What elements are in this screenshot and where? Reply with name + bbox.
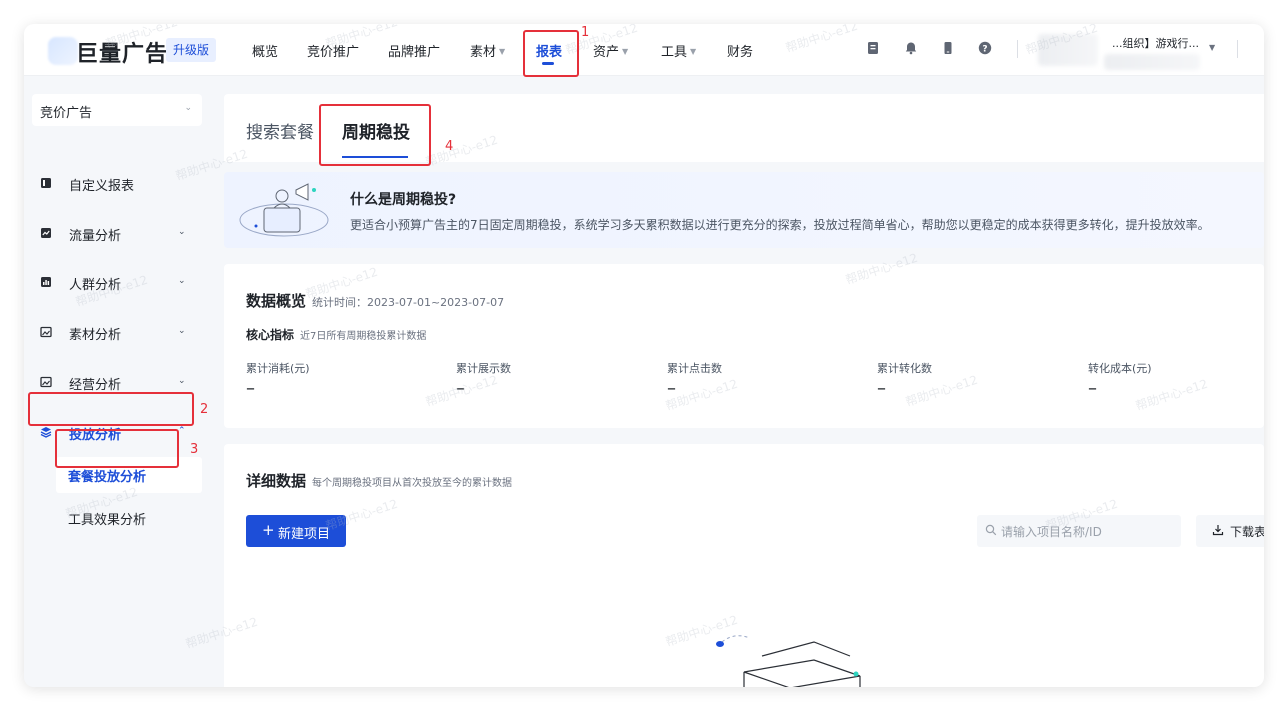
sidebar-item-label: 流量分析 (69, 229, 122, 244)
chevron-down-icon: ⌄ (184, 103, 192, 113)
metric-value-cost: – (246, 378, 255, 399)
project-search-input[interactable]: 请输入项目名称/ID (977, 515, 1181, 547)
nav-tools[interactable]: 工具 ▼ (661, 41, 696, 60)
chevron-down-icon: ⌄ (178, 376, 186, 386)
nav-material[interactable]: 素材 ▼ (470, 41, 505, 60)
empty-state-illustration-icon (716, 635, 861, 687)
search-placeholder: 请输入项目名称/ID (1001, 525, 1102, 539)
chevron-down-icon[interactable]: ▼ (1209, 43, 1215, 52)
bell-icon[interactable] (904, 41, 918, 55)
avatar[interactable] (1038, 34, 1098, 66)
divider (1237, 40, 1238, 58)
metric-label-conversions: 累计转化数 (877, 362, 932, 375)
new-project-label: 新建项目 (278, 527, 331, 542)
audience-chart-icon (41, 277, 51, 287)
annotation-number-1: 1 (581, 25, 590, 40)
sidebar-item-label: 人群分析 (69, 278, 122, 293)
banner-description: 更适合小预算广告主的7日固定周期稳投，系统学习多天累积数据以进行更充分的探索，投… (350, 218, 1210, 232)
trend-chart-icon (41, 228, 51, 238)
annotation-box-3 (55, 429, 179, 468)
divider (1017, 40, 1018, 58)
annotation-number-4: 4 (445, 139, 454, 154)
metric-label-cost: 累计消耗(元) (246, 362, 310, 375)
annotation-box-2 (28, 392, 194, 426)
document-icon[interactable] (866, 41, 880, 55)
selector-value: 竞价广告 (40, 106, 93, 121)
nav-finance[interactable]: 财务 (727, 41, 753, 60)
layers-icon (40, 427, 52, 438)
chevron-down-icon: ▼ (499, 47, 506, 56)
sidebar-item-custom-report[interactable]: 自定义报表 (24, 166, 214, 202)
sidebar: 竞价广告 ⌄ 自定义报表 流量分析 ⌄ 人群分析 ⌄ 素材分析 ⌄ 经营分析 ⌄ (24, 76, 214, 687)
annotation-number-2: 2 (200, 402, 209, 417)
metric-value-conversions: – (877, 378, 886, 399)
download-label: 下载表 (1230, 525, 1264, 539)
metric-value-impressions: – (456, 378, 465, 399)
metric-label-clicks: 累计点击数 (667, 362, 722, 375)
chevron-down-icon: ⌄ (178, 326, 186, 336)
svg-text:?: ? (982, 44, 987, 54)
help-icon[interactable]: ? (978, 41, 992, 55)
annotation-number-3: 3 (190, 442, 199, 457)
image-icon (40, 376, 52, 388)
info-banner: 什么是周期稳投? 更适合小预算广告主的7日固定周期稳投，系统学习多天累积数据以进… (224, 172, 1264, 248)
sidebar-subitem-tool-effect[interactable]: 工具效果分析 (56, 500, 202, 536)
overview-title: 数据概览 统计时间：2023-07-01~2023-07-07 (246, 292, 505, 310)
edition-badge: 升级版 (166, 38, 217, 62)
account-id-blur (1104, 54, 1200, 70)
detail-title: 详细数据 每个周期稳投项目从首次投放至今的累计数据 (246, 472, 513, 490)
chevron-up-icon: ⌃ (178, 426, 186, 436)
annotation-box-4 (319, 104, 431, 166)
sidebar-item-label: 经营分析 (69, 378, 122, 393)
detail-desc: 每个周期稳投项目从首次投放至今的累计数据 (312, 478, 513, 489)
plus-icon: + (262, 521, 275, 539)
stats-time: 统计时间：2023-07-01~2023-07-07 (312, 296, 505, 309)
banner-title: 什么是周期稳投? (350, 192, 457, 208)
chevron-down-icon: ⌄ (178, 227, 186, 237)
sidebar-item-label: 素材分析 (69, 328, 122, 343)
new-project-button[interactable]: + 新建项目 (246, 515, 346, 547)
ad-type-selector[interactable]: 竞价广告 ⌄ (32, 94, 202, 126)
metric-label-conversion-cost: 转化成本(元) (1088, 362, 1152, 375)
annotation-box-1 (523, 30, 579, 77)
mobile-icon[interactable] (941, 41, 955, 55)
image-icon (40, 326, 52, 338)
chevron-down-icon: ▼ (690, 47, 697, 56)
sidebar-item-audience-analysis[interactable]: 人群分析 ⌄ (24, 265, 214, 301)
data-overview-card: 数据概览 统计时间：2023-07-01~2023-07-07 核心指标 近7日所有… (224, 264, 1264, 428)
download-button[interactable]: 下载表 (1196, 515, 1264, 547)
sidebar-subitem-label: 工具效果分析 (68, 513, 147, 528)
download-icon (1212, 525, 1224, 536)
app-window: 巨量广告 升级版 概览 竞价推广 品牌推广 素材 ▼ 报表 资产 ▼ 工具 ▼ 财务 … (24, 24, 1264, 687)
chevron-down-icon: ▼ (622, 47, 629, 56)
report-icon (41, 178, 51, 188)
logo-icon[interactable] (48, 37, 78, 65)
account-name[interactable]: ...组织】游戏行... (1112, 35, 1199, 51)
core-metrics-title: 核心指标 近7日所有周期稳投累计数据 (246, 328, 427, 342)
megaphone-illustration-icon (239, 183, 329, 237)
search-icon (985, 524, 997, 536)
brand-name[interactable]: 巨量广告 (76, 36, 168, 68)
tab-search-package[interactable]: 搜索套餐 (246, 118, 314, 143)
detail-data-card: 详细数据 每个周期稳投项目从首次投放至今的累计数据 + 新建项目 请输入项目名称/… (224, 444, 1264, 687)
sidebar-item-traffic-analysis[interactable]: 流量分析 ⌄ (24, 216, 214, 252)
sidebar-subitem-label: 套餐投放分析 (68, 470, 147, 485)
sidebar-item-label: 自定义报表 (69, 179, 135, 194)
metric-value-conversion-cost: – (1088, 378, 1097, 399)
nav-assets[interactable]: 资产 ▼ (593, 41, 628, 60)
chevron-down-icon: ⌄ (178, 276, 186, 286)
metric-value-clicks: – (667, 378, 676, 399)
core-metrics-desc: 近7日所有周期稳投累计数据 (300, 331, 427, 342)
top-nav-bar: 巨量广告 升级版 概览 竞价推广 品牌推广 素材 ▼ 报表 资产 ▼ 工具 ▼ 财务 … (24, 24, 1264, 76)
nav-bidding-promotion[interactable]: 竞价推广 (307, 41, 359, 60)
sidebar-item-material-analysis[interactable]: 素材分析 ⌄ (24, 315, 214, 351)
metric-label-impressions: 累计展示数 (456, 362, 511, 375)
nav-overview[interactable]: 概览 (252, 41, 278, 60)
nav-brand-promotion[interactable]: 品牌推广 (388, 41, 440, 60)
